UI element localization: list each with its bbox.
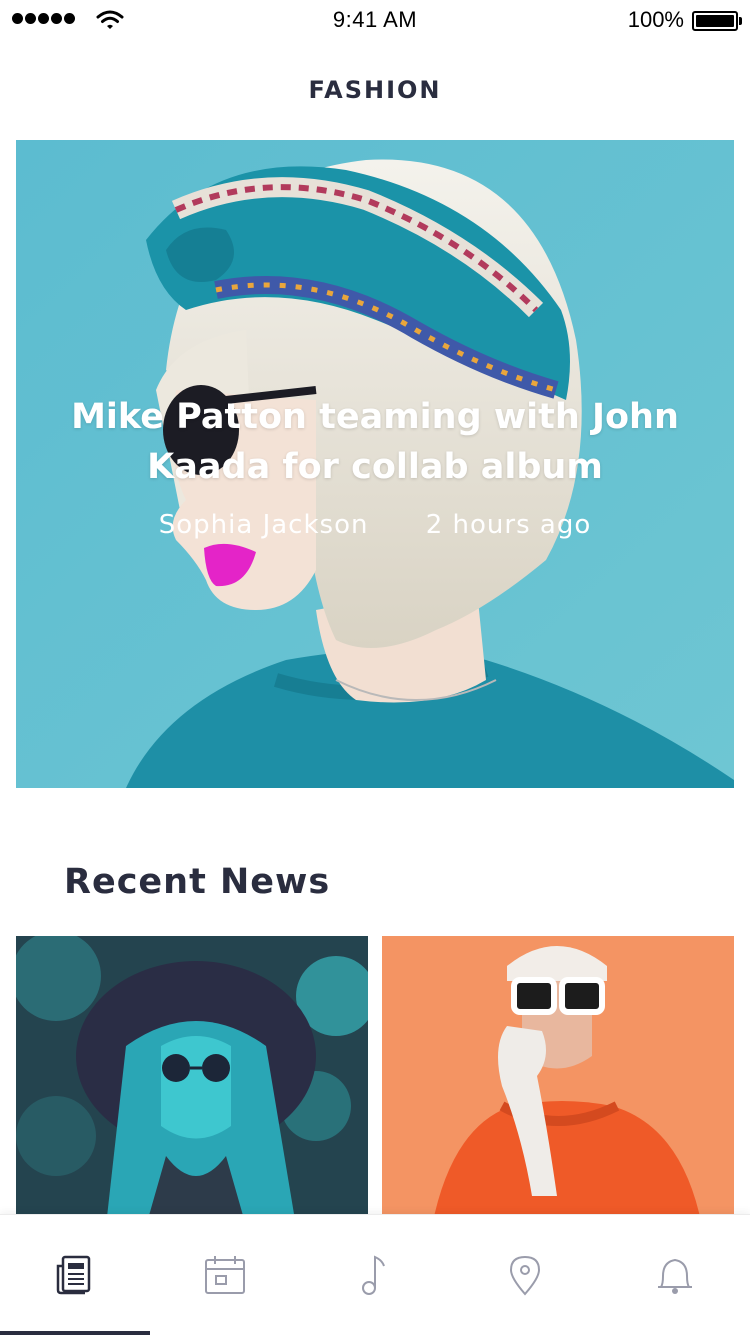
tab-bar bbox=[0, 1214, 750, 1335]
page-title: FASHION bbox=[308, 76, 442, 104]
location-pin-icon bbox=[509, 1255, 541, 1296]
featured-article-meta: Sophia Jackson 2 hours ago bbox=[16, 510, 734, 540]
active-tab-indicator bbox=[0, 1331, 150, 1335]
music-note-icon bbox=[362, 1255, 385, 1295]
recent-news-image bbox=[382, 936, 734, 1226]
bell-icon bbox=[658, 1258, 692, 1294]
battery-percent: 100% bbox=[627, 7, 684, 32]
calendar-icon bbox=[205, 1256, 245, 1294]
tab-calendar[interactable] bbox=[150, 1215, 300, 1335]
status-bar: 9:41 AM 100% bbox=[0, 0, 750, 40]
recent-news-card[interactable] bbox=[382, 936, 734, 1226]
recent-news-image bbox=[16, 936, 368, 1226]
tab-news[interactable] bbox=[0, 1215, 150, 1335]
featured-article-time: 2 hours ago bbox=[425, 510, 592, 540]
recent-news-heading: Recent News bbox=[64, 862, 331, 902]
recent-news-card[interactable] bbox=[16, 936, 368, 1226]
tab-music[interactable] bbox=[300, 1215, 450, 1335]
tab-location[interactable] bbox=[450, 1215, 600, 1335]
newspaper-icon bbox=[56, 1255, 91, 1295]
featured-article-author[interactable]: Sophia Jackson bbox=[159, 510, 369, 540]
featured-article-title[interactable]: Mike Patton teaming with John Kaada for … bbox=[46, 392, 704, 492]
tab-notifications[interactable] bbox=[600, 1215, 750, 1335]
featured-article-card[interactable]: Mike Patton teaming with John Kaada for … bbox=[16, 140, 734, 788]
battery-icon bbox=[692, 11, 742, 31]
